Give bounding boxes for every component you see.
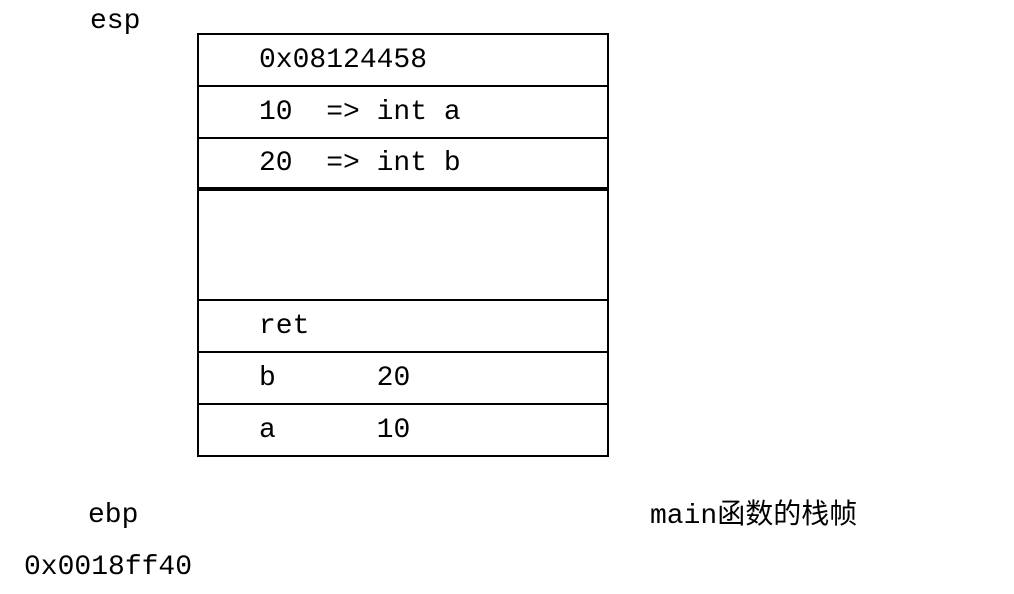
stack-cell-int-a: 10 => int a	[199, 87, 607, 139]
stack-cell-b-value: 20	[377, 363, 411, 394]
spacer	[276, 415, 377, 446]
esp-register-label: esp	[90, 6, 140, 37]
stack-cell-a: a 10	[199, 405, 607, 457]
stack-cell-b: b 20	[199, 353, 607, 405]
stack-cell-empty	[199, 191, 607, 301]
stack-cell-int-b: 20 => int b	[199, 139, 607, 191]
main-stack-frame-label: main函数的栈帧	[650, 492, 857, 532]
stack-cell-ret: ret	[199, 301, 607, 353]
ebp-address-label: 0x0018ff40	[24, 552, 192, 583]
stack-cell-a-value: 10	[377, 415, 411, 446]
spacer	[276, 363, 377, 394]
stack-frame-box: 0x08124458 10 => int a 20 => int b ret b…	[197, 33, 609, 457]
stack-cell-b-label: b	[259, 363, 276, 394]
stack-cell-address: 0x08124458	[199, 35, 607, 87]
stack-cell-a-label: a	[259, 415, 276, 446]
ebp-register-label: ebp	[88, 500, 138, 531]
